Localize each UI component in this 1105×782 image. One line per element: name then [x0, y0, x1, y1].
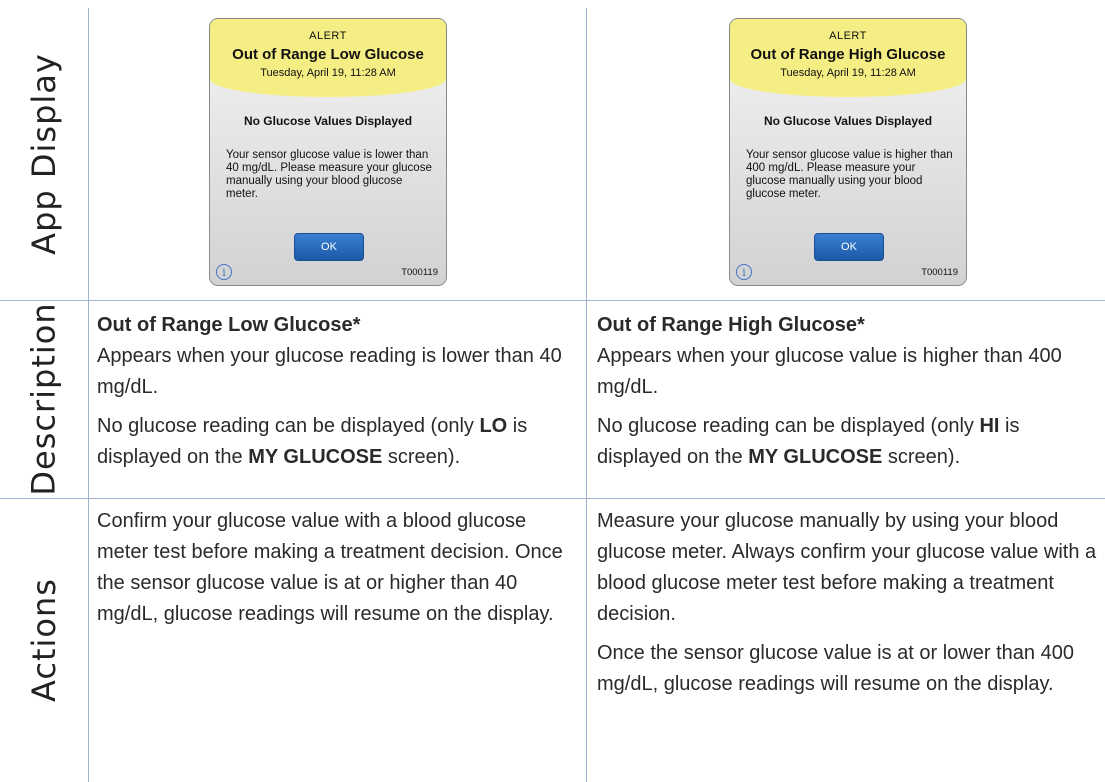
alert-title: Out of Range Low Glucose	[232, 46, 424, 63]
row-label-app-display-text: App Display	[25, 53, 64, 255]
table-divider-middle	[586, 8, 587, 782]
low-glucose-description: Out of Range Low Glucose* Appears when y…	[97, 310, 575, 473]
alert-kicker: ALERT	[309, 30, 347, 42]
alert-title: Out of Range High Glucose	[750, 46, 946, 63]
actions-text: Once the sensor glucose value is at or l…	[597, 642, 1074, 695]
high-glucose-alert-dialog: ALERT Out of Range High Glucose Tuesday,…	[729, 18, 967, 286]
alert-date: Tuesday, April 19, 11:28 AM	[260, 67, 396, 79]
glucose-alert-table: App Display Description Actions ALERT Ou…	[0, 0, 1105, 782]
alert-code: T000119	[921, 267, 958, 278]
alert-date: Tuesday, April 19, 11:28 AM	[780, 67, 916, 79]
ok-button[interactable]: OK	[294, 233, 364, 261]
hi-label: HI	[979, 415, 1000, 437]
description-note: No glucose reading can be displayed (onl…	[97, 411, 575, 473]
description-heading: Out of Range Low Glucose*	[97, 314, 361, 336]
my-glucose-label: MY GLUCOSE	[748, 446, 883, 468]
actions-text: Confirm your glucose value with a blood …	[97, 510, 563, 625]
alert-header: ALERT Out of Range High Glucose Tuesday,…	[730, 19, 966, 97]
lo-label: LO	[479, 415, 508, 437]
alert-message: Your sensor glucose value is higher than…	[746, 149, 953, 200]
note-text: screen).	[382, 446, 461, 468]
row-label-app-display: App Display	[0, 8, 88, 300]
high-glucose-actions: Measure your glucose manually by using y…	[597, 506, 1097, 700]
row-label-actions-text: Actions	[25, 578, 64, 702]
alert-kicker: ALERT	[829, 30, 867, 42]
high-glucose-description: Out of Range High Glucose* Appears when …	[597, 310, 1097, 473]
low-glucose-actions: Confirm your glucose value with a blood …	[97, 506, 575, 630]
row-divider-2	[0, 498, 1105, 499]
description-heading: Out of Range High Glucose*	[597, 314, 865, 336]
note-text: No glucose reading can be displayed (onl…	[97, 415, 480, 437]
low-glucose-alert-dialog: ALERT Out of Range Low Glucose Tuesday, …	[209, 18, 447, 286]
description-note: No glucose reading can be displayed (onl…	[597, 411, 1097, 473]
row-divider-1	[0, 300, 1105, 301]
actions-text: Measure your glucose manually by using y…	[597, 510, 1097, 625]
ok-button[interactable]: OK	[814, 233, 884, 261]
description-text: Appears when your glucose value is highe…	[597, 345, 1062, 398]
note-text: screen).	[882, 446, 961, 468]
alert-message: Your sensor glucose value is lower than …	[226, 149, 432, 200]
alert-subtitle: No Glucose Values Displayed	[243, 114, 413, 128]
alert-code: T000119	[401, 267, 438, 278]
row-label-description-text: Description	[25, 302, 63, 496]
info-icon[interactable]: i	[736, 264, 752, 280]
table-divider-left	[88, 8, 89, 782]
info-icon[interactable]: i	[216, 264, 232, 280]
alert-subtitle: No Glucose Values Displayed	[763, 114, 933, 128]
description-text: Appears when your glucose reading is low…	[97, 345, 562, 398]
row-label-description: Description	[0, 300, 88, 498]
alert-header: ALERT Out of Range Low Glucose Tuesday, …	[210, 19, 446, 97]
note-text: No glucose reading can be displayed (onl…	[597, 415, 980, 437]
my-glucose-label: MY GLUCOSE	[248, 446, 383, 468]
row-label-actions: Actions	[0, 498, 88, 782]
